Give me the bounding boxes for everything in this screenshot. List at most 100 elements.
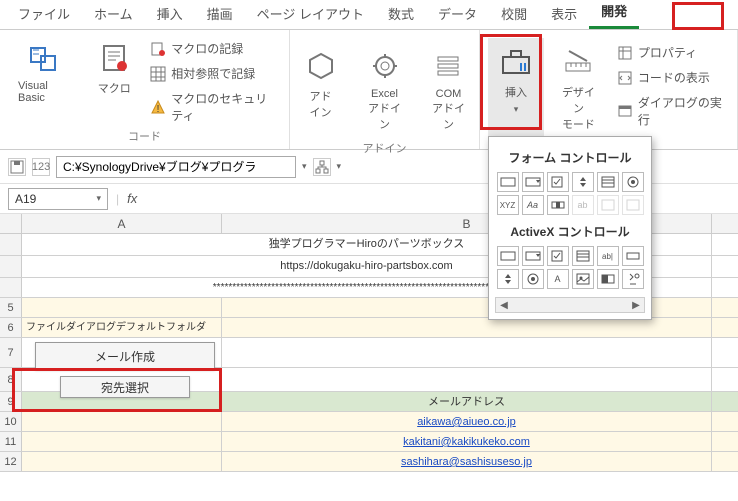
activex-controls-grid: ab| A: [495, 246, 645, 289]
button-control-icon[interactable]: [497, 172, 519, 192]
tab-draw[interactable]: 描画: [195, 0, 245, 29]
row-header[interactable]: 11: [0, 432, 22, 451]
ax-spinner-icon[interactable]: [497, 269, 519, 289]
row-header[interactable]: [0, 278, 22, 297]
ax-image-icon[interactable]: [572, 269, 594, 289]
org-chart-icon[interactable]: [313, 158, 331, 176]
cell[interactable]: [22, 452, 222, 471]
header-cell[interactable]: メールアドレス: [222, 392, 712, 411]
addin-button[interactable]: アド イン: [293, 42, 349, 138]
clipboard-icon[interactable]: 123: [32, 158, 50, 176]
listbox-control-icon[interactable]: [597, 172, 619, 192]
tab-insert[interactable]: 挿入: [145, 0, 195, 29]
relative-ref-button[interactable]: 相対参照で記録: [146, 63, 281, 84]
relative-label: 相対参照で記録: [171, 65, 255, 82]
record-macro-button[interactable]: マクロの記録: [146, 38, 281, 59]
properties-button[interactable]: プロパティ: [613, 42, 729, 63]
tab-view[interactable]: 表示: [539, 0, 589, 29]
ax-combobox-icon[interactable]: [522, 246, 544, 266]
run-dialog-button[interactable]: ダイアログの実行: [613, 92, 729, 130]
hexagon-icon: [303, 48, 339, 84]
ax-checkbox-icon[interactable]: [547, 246, 569, 266]
cell[interactable]: [22, 298, 222, 317]
ax-button-icon[interactable]: [497, 246, 519, 266]
row-header[interactable]: 9: [0, 392, 22, 411]
list-icon: [431, 48, 467, 84]
record-label: マクロの記録: [171, 40, 243, 57]
visual-basic-button[interactable]: Visual Basic: [8, 34, 82, 126]
cell[interactable]: ファイルダイアログデフォルトフォルダ: [22, 318, 222, 337]
ax-scrollbar-icon[interactable]: [622, 246, 644, 266]
label-control-icon[interactable]: Aa: [522, 195, 544, 215]
vb-label: Visual Basic: [18, 80, 72, 104]
spinner-control-icon[interactable]: [572, 172, 594, 192]
name-box[interactable]: A19▾: [8, 188, 108, 210]
grid-icon: [150, 66, 166, 82]
chevron-down-icon[interactable]: ▾: [302, 161, 307, 172]
row-header[interactable]: 6: [0, 318, 22, 337]
form-controls-heading: フォーム コントロール: [495, 149, 645, 166]
groupbox-control-icon[interactable]: XYZ: [497, 195, 519, 215]
ax-textbox-icon[interactable]: ab|: [597, 246, 619, 266]
scroll-right-icon[interactable]: ▶: [628, 300, 644, 311]
ax-label-icon[interactable]: A: [547, 269, 569, 289]
row-header[interactable]: 8: [0, 368, 22, 391]
scrollbar-control-icon[interactable]: [547, 195, 569, 215]
col-header-a[interactable]: A: [22, 214, 222, 233]
row-header[interactable]: 10: [0, 412, 22, 431]
toolbox-icon: [498, 44, 534, 80]
tab-home[interactable]: ホーム: [82, 0, 145, 29]
row-header[interactable]: [0, 256, 22, 277]
chevron-down-icon[interactable]: ▾: [337, 161, 342, 172]
macro-button[interactable]: マクロ: [86, 34, 142, 126]
fx-icon[interactable]: fx: [127, 191, 137, 206]
popup-scrollbar[interactable]: ◀ ▶: [495, 297, 645, 313]
chevron-down-icon: ▾: [96, 193, 101, 204]
cell[interactable]: [22, 432, 222, 451]
ribbon: Visual Basic マクロ マクロの記録 相対参照で記録 !: [0, 30, 738, 150]
ax-optionbutton-icon[interactable]: [522, 269, 544, 289]
row-header[interactable]: 5: [0, 298, 22, 317]
form-controls-grid: XYZ Aa ab: [495, 172, 645, 215]
recipient-select-button[interactable]: 宛先選択: [60, 376, 190, 398]
insert-control-button[interactable]: 挿入 ▾: [488, 38, 544, 138]
design-mode-button[interactable]: デザイン モード: [548, 38, 609, 138]
cell[interactable]: [222, 368, 712, 391]
ax-listbox-icon[interactable]: [572, 246, 594, 266]
cell[interactable]: [22, 412, 222, 431]
tab-developer[interactable]: 開発: [589, 0, 639, 29]
tab-pagelayout[interactable]: ページ レイアウト: [245, 0, 376, 29]
ax-more-icon[interactable]: [622, 269, 644, 289]
cell[interactable]: [222, 338, 712, 367]
select-all-corner[interactable]: [0, 214, 22, 233]
com-addin-button[interactable]: COM アドイン: [421, 42, 477, 138]
row-header[interactable]: 7: [0, 338, 22, 367]
checkbox-control-icon[interactable]: [547, 172, 569, 192]
path-input[interactable]: [56, 156, 296, 178]
scroll-left-icon[interactable]: ◀: [496, 300, 512, 311]
tab-data[interactable]: データ: [426, 0, 489, 29]
cell[interactable]: [222, 318, 712, 337]
combo-disabled-icon: [597, 195, 619, 215]
row-header[interactable]: 12: [0, 452, 22, 471]
view-code-button[interactable]: コードの表示: [613, 67, 729, 88]
tab-file[interactable]: ファイル: [6, 0, 82, 29]
warning-icon: !: [150, 99, 166, 115]
optionbutton-control-icon[interactable]: [622, 172, 644, 192]
mail-create-button[interactable]: メール作成: [35, 342, 215, 370]
macro-security-button[interactable]: ! マクロのセキュリティ: [146, 88, 281, 126]
save-icon[interactable]: [8, 158, 26, 176]
ax-toggle-icon[interactable]: [597, 269, 619, 289]
properties-icon: [617, 45, 633, 61]
email-cell[interactable]: aikawa@aiueo.co.jp: [222, 412, 712, 431]
addin-label: アド イン: [310, 88, 332, 120]
row-header[interactable]: [0, 234, 22, 255]
excel-addin-button[interactable]: Excel アドイン: [357, 42, 413, 138]
combobox-control-icon[interactable]: [522, 172, 544, 192]
email-cell[interactable]: kakitani@kakikukeko.com: [222, 432, 712, 451]
group-addin-label: アドイン: [298, 138, 471, 158]
tab-review[interactable]: 校閲: [489, 0, 539, 29]
macro-label: マクロ: [98, 80, 131, 96]
tab-formula[interactable]: 数式: [376, 0, 426, 29]
email-cell[interactable]: sashihara@sashisuseso.jp: [222, 452, 712, 471]
